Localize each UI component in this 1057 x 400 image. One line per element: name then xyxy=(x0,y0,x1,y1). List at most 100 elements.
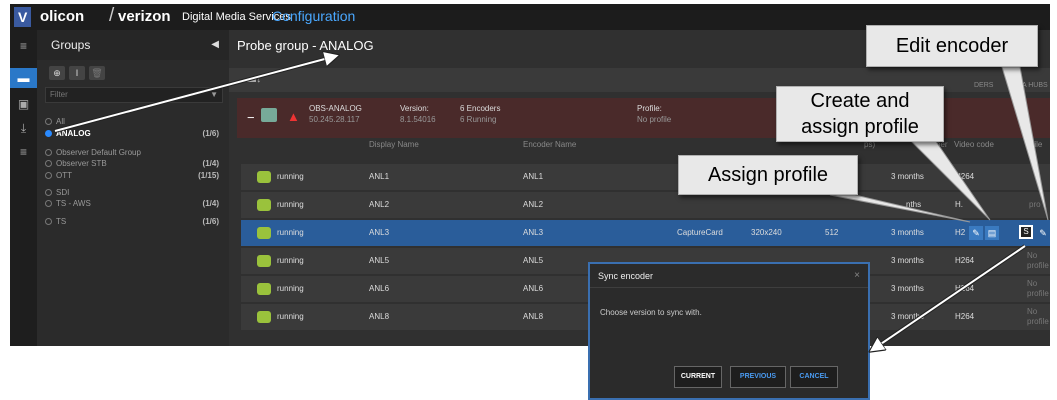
encoder-sort-icon[interactable]: ▬↓ xyxy=(245,73,262,85)
table-row[interactable]: running ANL2 ANL2 nths H. pro xyxy=(241,192,1050,218)
resolution: 320x240 xyxy=(751,228,782,237)
encoder-name: ANL6 xyxy=(523,284,544,293)
encoder-name: ANL8 xyxy=(523,312,544,321)
sync-encoder-dialog: Sync encoder × Choose version to sync wi… xyxy=(588,262,870,400)
group-item-observer-default[interactable]: Observer Default Group xyxy=(45,147,225,158)
display-name: ANL2 xyxy=(369,200,390,209)
version-label: Version: xyxy=(400,104,429,113)
display-name: ANL3 xyxy=(369,228,390,237)
callout-edit-encoder: Edit encoder xyxy=(866,25,1038,67)
close-icon[interactable]: × xyxy=(854,264,860,288)
assign-profile-icon[interactable]: ✎ xyxy=(969,226,983,240)
running-count: 6 Running xyxy=(460,115,497,124)
bitrate: 512 xyxy=(825,228,839,237)
column-encoders: DERS xyxy=(974,82,994,89)
video-codec: H264 xyxy=(955,284,975,293)
video-codec: H264 xyxy=(955,172,975,181)
group-count: (1/6) xyxy=(202,129,219,138)
encoder-running-icon xyxy=(257,255,271,267)
edit-encoder-icon[interactable]: ✎ xyxy=(1036,226,1050,240)
display-name: ANL5 xyxy=(369,256,390,265)
list-nav-icon[interactable]: ≡ xyxy=(10,142,37,162)
probe-name: OBS-ANALOG xyxy=(309,104,362,113)
display-name: ANL1 xyxy=(369,172,390,181)
table-row[interactable]: running ANL1 ANL1 3 months H264 xyxy=(241,164,1050,190)
radio-icon xyxy=(45,130,52,137)
previous-button[interactable]: PREVIOUS xyxy=(730,366,786,388)
group-label: Observer Default Group xyxy=(56,148,141,157)
dialog-title: Sync encoder xyxy=(598,271,654,281)
collapse-icon[interactable]: ◀ xyxy=(211,30,219,60)
brand-slash: / xyxy=(109,5,115,26)
encoder-name: ANL1 xyxy=(523,172,544,181)
warning-icon: ▲ xyxy=(287,109,300,124)
cancel-button[interactable]: CANCEL xyxy=(790,366,838,388)
status-text: running xyxy=(277,200,304,209)
display-name: ANL6 xyxy=(369,284,390,293)
encoder-running-icon xyxy=(257,227,271,239)
filter-placeholder: Filter xyxy=(50,90,68,99)
status-text: running xyxy=(277,172,304,181)
col-display-name[interactable]: Display Name xyxy=(369,140,419,149)
delete-group-icon[interactable]: 🗑 xyxy=(89,66,105,80)
collapse-minus-icon[interactable]: − xyxy=(247,110,255,125)
group-item-all[interactable]: All xyxy=(45,116,225,127)
profile-label: Profile: xyxy=(637,104,662,113)
group-count: (1/6) xyxy=(202,217,219,226)
storage: 3 months xyxy=(891,228,924,237)
callout-create-assign-profile: Create and assign profile xyxy=(776,86,944,142)
callout-assign-profile: Assign profile xyxy=(678,155,858,195)
group-label: OTT xyxy=(56,171,72,180)
current-button[interactable]: CURRENT xyxy=(674,366,722,388)
group-item-sdi[interactable]: SDI xyxy=(45,187,225,198)
profile: pro xyxy=(1029,200,1041,209)
radio-icon xyxy=(45,160,52,167)
group-item-ott[interactable]: OTT (1/15) xyxy=(45,170,225,181)
table-row-selected[interactable]: running ANL3 ANL3 CaptureCard 320x240 51… xyxy=(241,220,1050,246)
create-profile-icon[interactable]: ▤ xyxy=(985,226,999,240)
rename-group-icon[interactable]: I xyxy=(69,66,85,80)
group-item-observer-stb[interactable]: Observer STB (1/4) xyxy=(45,158,225,169)
filter-input[interactable]: Filter ▼ xyxy=(45,87,223,103)
col-video-codec[interactable]: Video code xyxy=(954,140,994,149)
page-title: Probe group - ANALOG xyxy=(237,38,374,53)
probe-icon xyxy=(261,108,277,122)
encoder-running-icon xyxy=(257,171,271,183)
encoder-running-icon xyxy=(257,199,271,211)
display-name: ANL8 xyxy=(369,312,390,321)
group-count: (1/4) xyxy=(202,199,219,208)
group-label: TS xyxy=(56,217,67,226)
sync-icon[interactable]: S xyxy=(1019,225,1033,239)
encoder-running-icon xyxy=(257,283,271,295)
version-value: 8.1.54016 xyxy=(400,115,436,124)
profile: No profile xyxy=(1027,307,1049,326)
brand-verizon: verizon xyxy=(118,8,171,25)
group-item-ts-aws[interactable]: TS - AWS (1/4) xyxy=(45,198,225,209)
column-hubs: A HUBS xyxy=(1022,82,1048,89)
encoder-nav-icon[interactable]: ▬ xyxy=(10,68,37,88)
radio-icon xyxy=(45,149,52,156)
video-codec: H2 xyxy=(955,228,966,237)
group-item-ts[interactable]: TS (1/6) xyxy=(45,216,225,227)
dialog-header: Sync encoder × xyxy=(590,264,868,288)
logo: V xyxy=(14,7,32,27)
group-item-analog[interactable]: ANALOG (1/6) xyxy=(45,128,225,139)
groups-title: Groups xyxy=(51,38,91,52)
download-nav-icon[interactable]: ⤓ xyxy=(10,118,37,138)
group-count: (1/4) xyxy=(202,159,219,168)
col-profile[interactable]: rofile xyxy=(1025,140,1042,149)
monitor-nav-icon[interactable]: ▣ xyxy=(10,94,37,114)
filter-icon[interactable]: ▼ xyxy=(210,88,218,102)
encoder-name: ANL5 xyxy=(523,256,544,265)
col-encoder-name[interactable]: Encoder Name xyxy=(523,140,576,149)
group-label: ANALOG xyxy=(56,129,91,138)
group-count: (1/15) xyxy=(198,171,219,180)
group-label: SDI xyxy=(56,188,70,197)
storage: 3 months xyxy=(891,256,924,265)
radio-icon xyxy=(45,200,52,207)
menu-icon[interactable]: ≡ xyxy=(10,36,37,56)
icon-rail: ≡ ▬ ▣ ⤓ ≡ xyxy=(10,30,37,346)
radio-icon xyxy=(45,172,52,179)
add-group-icon[interactable]: ⊕ xyxy=(49,66,65,80)
section-title[interactable]: Configuration xyxy=(272,8,355,24)
